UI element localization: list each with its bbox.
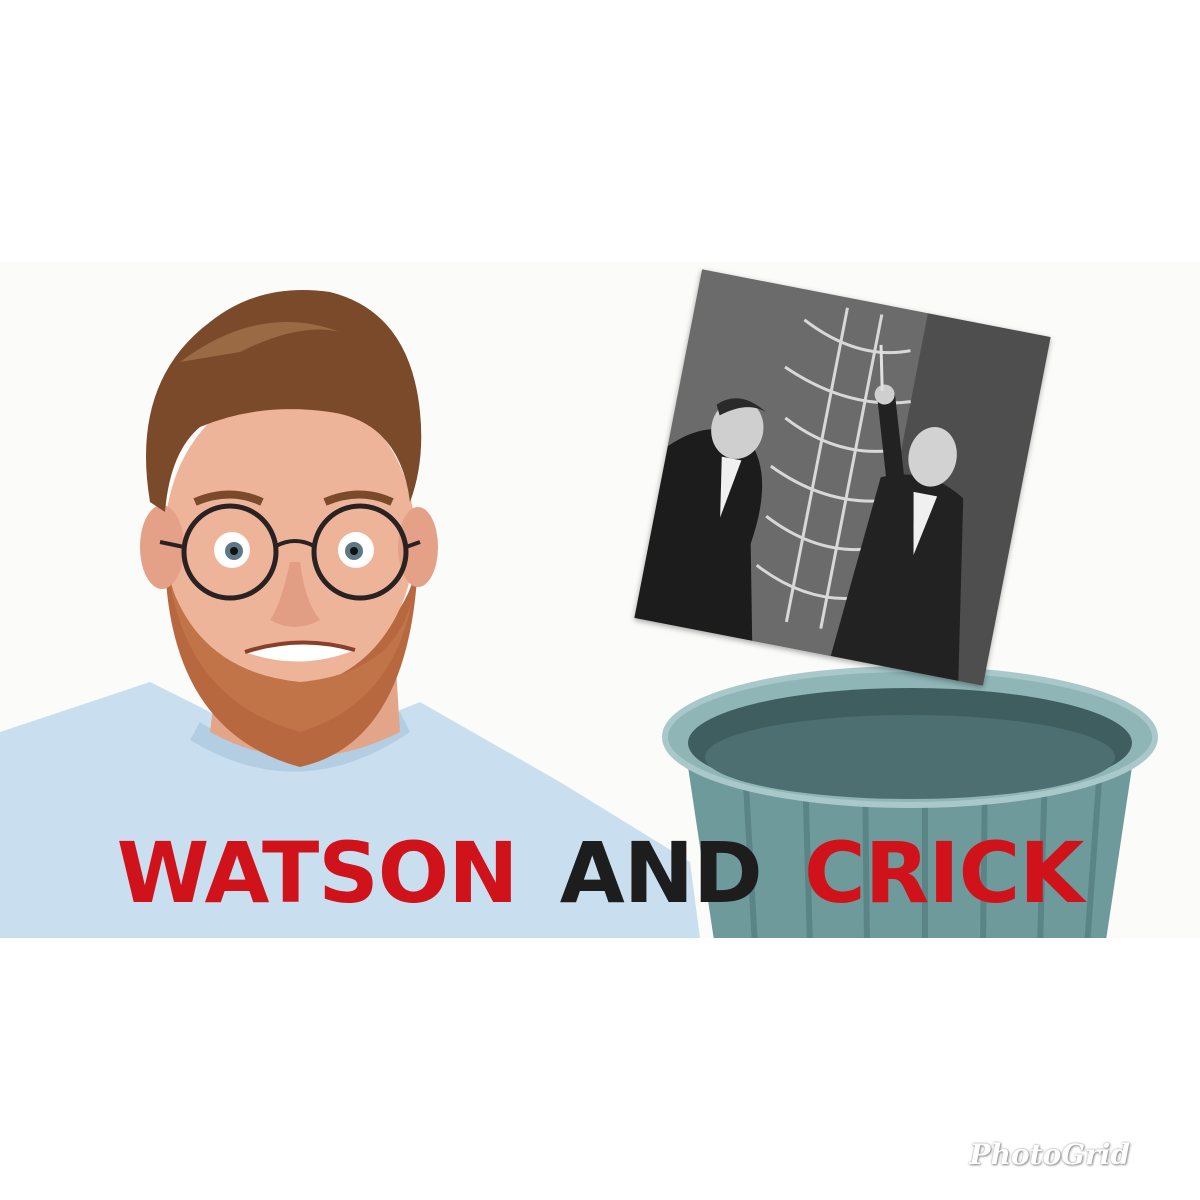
photogrid-watermark: PhotoGrid	[969, 1138, 1130, 1171]
headline: WATSON AND CRICK	[0, 818, 1200, 928]
headline-word-crick: CRICK	[804, 824, 1084, 922]
thumbnail-canvas: WATSON AND CRICK	[0, 262, 1200, 938]
headline-word-and: AND	[559, 824, 763, 922]
historic-dna-photo	[634, 269, 1051, 686]
headline-word-watson: WATSON	[116, 824, 519, 922]
